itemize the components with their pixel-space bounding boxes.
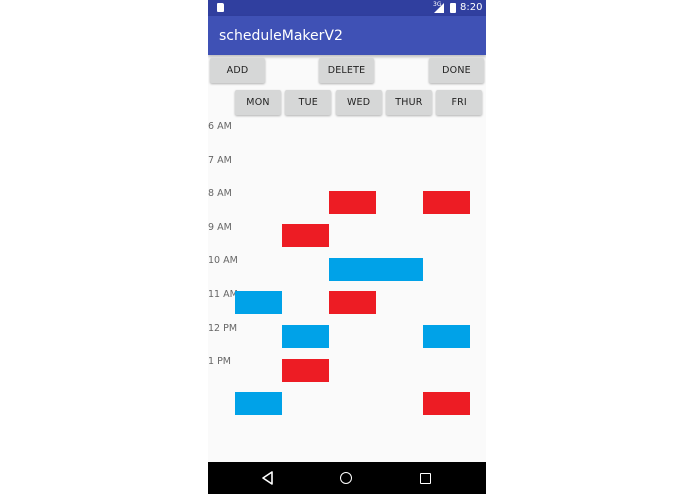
schedule-block-wed-10am[interactable] xyxy=(329,291,376,315)
day-button-thur[interactable]: THUR xyxy=(385,90,432,115)
app-title: scheduleMakerV2 xyxy=(219,28,343,44)
battery-icon xyxy=(450,3,456,13)
day-button-tue[interactable]: TUE xyxy=(285,90,332,115)
schedule-block-mon-10am[interactable] xyxy=(235,291,282,315)
time-label: 1 PM xyxy=(208,356,231,368)
schedule-block-mon-1pm[interactable] xyxy=(235,392,282,416)
delete-button[interactable]: DELETE xyxy=(319,58,374,83)
day-button-wed[interactable]: WED xyxy=(335,90,382,115)
schedule-block-wed-9am[interactable] xyxy=(329,257,423,281)
app-bar: scheduleMakerV2 xyxy=(208,16,486,55)
app-screen: 3G 8:20 scheduleMakerV2 ADD DELETE DONE … xyxy=(208,0,486,494)
schedule-block-wed-7am[interactable] xyxy=(329,190,376,214)
add-button[interactable]: ADD xyxy=(210,58,265,83)
time-label: 8 AM xyxy=(208,188,232,200)
schedule-block-fri-7am[interactable] xyxy=(423,190,470,214)
day-button-mon[interactable]: MON xyxy=(235,90,281,115)
network-type: 3G xyxy=(433,1,442,8)
schedule-block-fri-1pm[interactable] xyxy=(423,392,470,416)
time-label: 11 AM xyxy=(208,289,238,300)
time-label: 10 AM xyxy=(208,255,238,267)
day-button-fri[interactable]: FRI xyxy=(436,90,483,115)
schedule-block-tue-12pm[interactable] xyxy=(282,358,329,382)
time-label: 12 PM xyxy=(208,322,238,334)
status-bar: 3G 8:20 xyxy=(208,0,486,16)
status-time: 8:20 xyxy=(460,2,483,13)
schedule-block-tue-11am[interactable] xyxy=(282,325,329,348)
schedule-block-tue-8am[interactable] xyxy=(282,224,329,248)
time-label: 6 AM xyxy=(208,121,232,132)
done-button[interactable]: DONE xyxy=(429,58,484,83)
home-icon[interactable] xyxy=(340,472,352,484)
recents-icon[interactable] xyxy=(420,473,431,484)
time-label: 7 AM xyxy=(208,154,232,166)
time-label: 9 AM xyxy=(208,221,232,233)
back-icon[interactable] xyxy=(262,471,274,485)
schedule-block-fri-11am[interactable] xyxy=(423,325,470,348)
navigation-bar xyxy=(208,462,486,494)
sim-card-icon xyxy=(217,3,224,12)
